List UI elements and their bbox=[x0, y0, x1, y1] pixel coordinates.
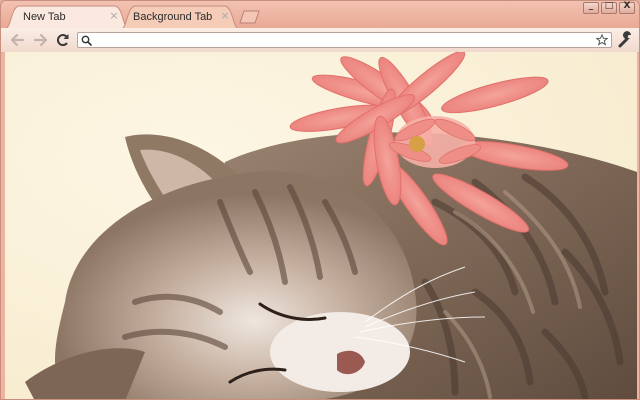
tab-new-tab[interactable]: New Tab × bbox=[5, 5, 129, 29]
tab-title: New Tab bbox=[23, 11, 66, 23]
reload-icon[interactable] bbox=[54, 31, 72, 49]
back-arrow-icon[interactable] bbox=[9, 31, 27, 49]
address-input[interactable] bbox=[94, 33, 590, 47]
new-tab-button[interactable] bbox=[239, 10, 261, 24]
forward-arrow-icon[interactable] bbox=[31, 31, 49, 49]
window-controls: _ □ X bbox=[581, 1, 635, 14]
page-content bbox=[5, 52, 637, 399]
tab-background-tab[interactable]: Background Tab × bbox=[121, 5, 239, 29]
star-icon[interactable] bbox=[596, 34, 608, 46]
title-bar[interactable]: New Tab × Background Tab × _ □ X bbox=[1, 1, 639, 29]
wrench-icon[interactable] bbox=[617, 31, 635, 49]
minimize-icon: _ bbox=[588, 1, 594, 11]
maximize-button[interactable]: □ bbox=[601, 1, 617, 14]
close-window-button[interactable]: X bbox=[619, 1, 635, 14]
close-icon[interactable]: × bbox=[220, 10, 230, 21]
search-icon bbox=[81, 35, 92, 46]
browser-window: New Tab × Background Tab × _ □ X bbox=[0, 0, 640, 400]
kitten-image bbox=[5, 52, 637, 399]
maximize-icon: □ bbox=[604, 1, 614, 11]
toolbar bbox=[1, 28, 639, 53]
minimize-button[interactable]: _ bbox=[583, 1, 599, 14]
close-icon: X bbox=[623, 1, 631, 11]
close-icon[interactable]: × bbox=[109, 10, 119, 21]
omnibox[interactable] bbox=[77, 32, 612, 48]
tab-title: Background Tab bbox=[133, 11, 213, 23]
